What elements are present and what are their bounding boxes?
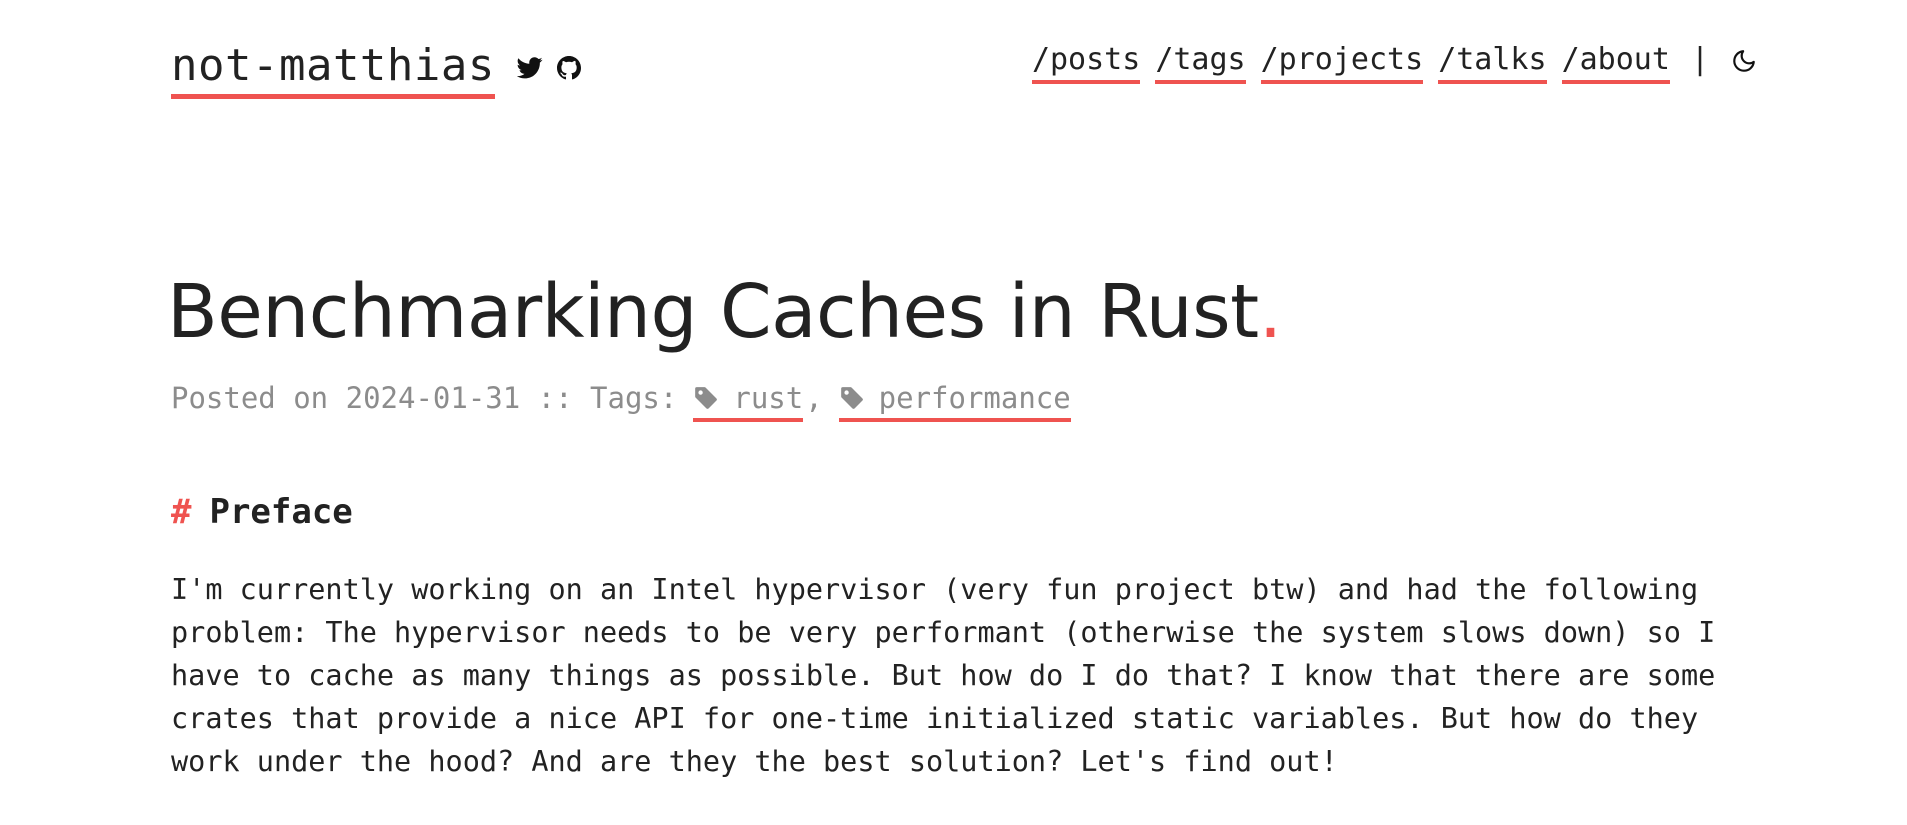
moon-icon[interactable] (1731, 48, 1757, 78)
heading-anchor[interactable]: # (171, 492, 191, 532)
nav-talks[interactable]: /talks (1438, 40, 1547, 84)
tag-label-rust: rust (733, 381, 804, 415)
site-header: not-matthias /posts /tags /projects /tal… (171, 28, 1757, 99)
nav-about[interactable]: /about (1561, 40, 1670, 84)
tags-label: :: Tags: (520, 381, 678, 415)
site-title-link[interactable]: not-matthias (171, 40, 495, 99)
paragraph-line: problem: The hypervisor needs to be very… (171, 616, 1716, 649)
nav-separator: | (1690, 42, 1709, 77)
paragraph-line: crates that provide a nice API for one-t… (171, 702, 1699, 735)
brand: not-matthias (171, 40, 581, 99)
section-heading-preface: # Preface (171, 490, 353, 534)
twitter-icon[interactable] (516, 57, 543, 79)
preface-paragraph: I'm currently working on an Intel hyperv… (171, 568, 1751, 783)
post-title-text: Benchmarking Caches in Rust (167, 269, 1259, 355)
nav-tags[interactable]: /tags (1155, 40, 1246, 84)
tag-label-performance: performance (878, 381, 1071, 415)
tag-icon (695, 387, 718, 409)
social-links (516, 56, 581, 80)
section-heading-text: Preface (209, 492, 353, 532)
posted-prefix: Posted on (171, 381, 346, 415)
nav-projects[interactable]: /projects (1260, 40, 1424, 84)
post-date: 2024-01-31 (345, 381, 521, 415)
nav-posts[interactable]: /posts (1031, 40, 1141, 84)
post-meta: Posted on 2024-01-31 :: Tags: rust , per… (171, 378, 1071, 422)
post-title: Benchmarking Caches in Rust. (167, 262, 1282, 362)
tag-link-performance[interactable]: performance (838, 378, 1071, 422)
paragraph-line: I'm currently working on an Intel hyperv… (171, 573, 1699, 606)
paragraph-line: have to cache as many things as possible… (171, 659, 1716, 692)
tag-icon (840, 387, 863, 409)
main-nav: /posts /tags /projects /talks /about | (1031, 40, 1757, 84)
github-icon[interactable] (556, 56, 581, 80)
title-dot: . (1258, 269, 1283, 355)
paragraph-line: work under the hood? And are they the be… (171, 745, 1338, 778)
tag-separator: , (805, 381, 823, 415)
tag-link-rust[interactable]: rust (693, 378, 804, 422)
